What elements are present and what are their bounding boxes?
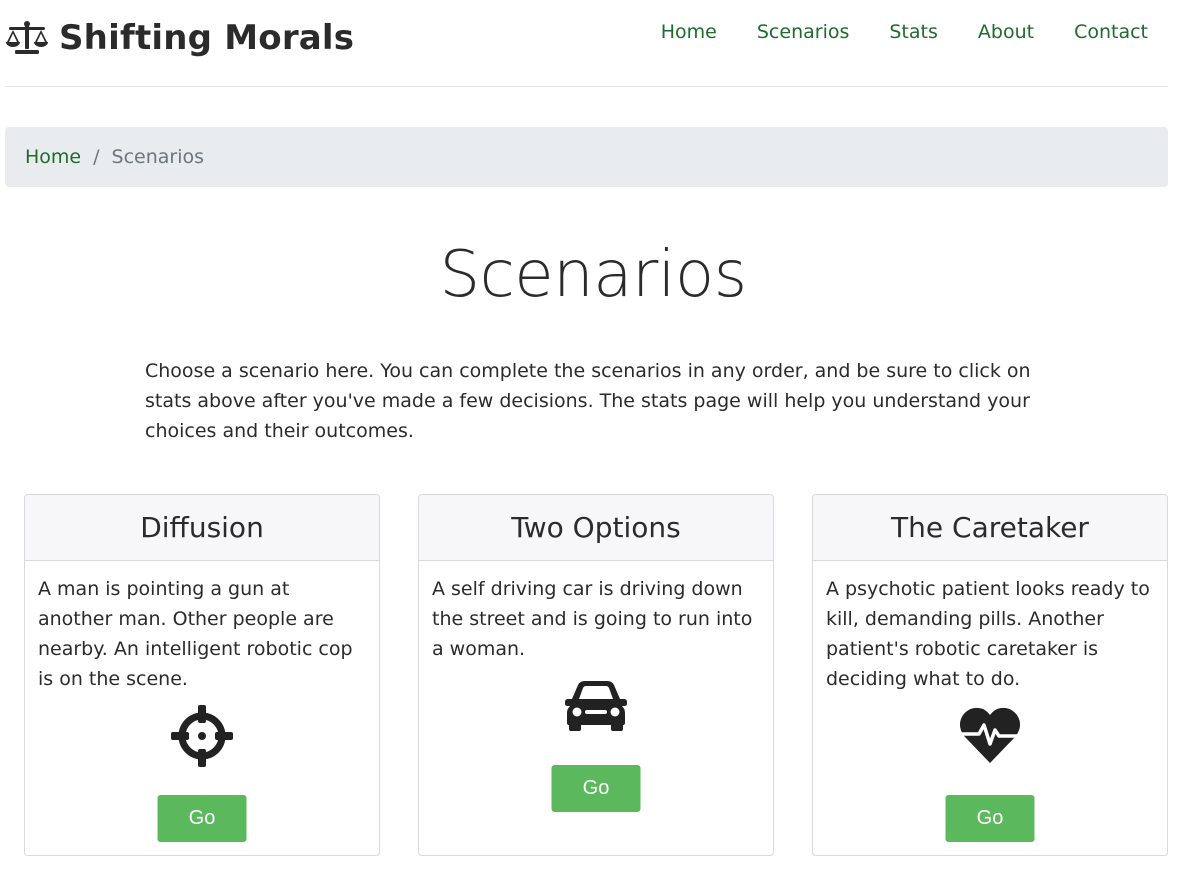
- nav-contact[interactable]: Contact: [1074, 20, 1148, 44]
- navbar: Shifting Morals Home Scenarios Stats Abo…: [5, 0, 1168, 87]
- card-text: A man is pointing a gun at another man. …: [38, 578, 353, 690]
- intro-text: Choose a scenario here. You can complete…: [145, 360, 1031, 442]
- brand-name: Shifting Morals: [59, 18, 355, 58]
- breadcrumb-separator: /: [93, 146, 100, 168]
- nav-scenarios[interactable]: Scenarios: [757, 20, 850, 44]
- balance-scale-icon: [6, 21, 48, 54]
- car-icon: [565, 681, 627, 731]
- crosshairs-icon: [171, 705, 233, 767]
- main-nav: Home Scenarios Stats About Contact: [621, 20, 1148, 44]
- nav-stats[interactable]: Stats: [889, 20, 938, 44]
- nav-home[interactable]: Home: [661, 20, 717, 44]
- go-button-diffusion[interactable]: Go: [157, 795, 247, 842]
- breadcrumb-home[interactable]: Home: [25, 146, 81, 168]
- scenario-card-diffusion: Diffusion A man is pointing a gun at ano…: [24, 494, 380, 856]
- breadcrumb-current: Scenarios: [111, 146, 205, 168]
- card-title: Two Options: [419, 495, 773, 561]
- page-title: Scenarios: [439, 238, 747, 312]
- card-title: The Caretaker: [813, 495, 1167, 561]
- heartbeat-icon: [959, 707, 1021, 763]
- scenario-card-the-caretaker: The Caretaker A psychotic patient looks …: [812, 494, 1168, 856]
- card-text: A self driving car is driving down the s…: [432, 578, 753, 660]
- scenario-card-two-options: Two Options A self driving car is drivin…: [418, 494, 774, 856]
- go-button-the-caretaker[interactable]: Go: [945, 795, 1035, 842]
- breadcrumb: Home / Scenarios: [5, 127, 1168, 187]
- card-text: A psychotic patient looks ready to kill,…: [826, 578, 1150, 690]
- card-title: Diffusion: [25, 495, 379, 561]
- go-button-two-options[interactable]: Go: [551, 765, 641, 812]
- brand[interactable]: Shifting Morals: [5, 18, 354, 58]
- nav-about[interactable]: About: [978, 20, 1034, 44]
